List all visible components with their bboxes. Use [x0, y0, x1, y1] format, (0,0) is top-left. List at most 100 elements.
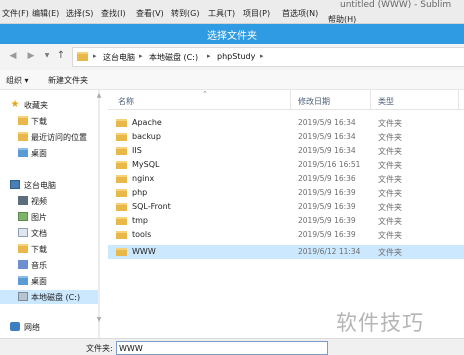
- nav-item-music[interactable]: 音乐: [0, 258, 100, 272]
- forward-icon[interactable]: ▶: [24, 49, 38, 63]
- file-date: 2019/5/16 16:51: [298, 160, 361, 169]
- file-date: 2019/5/9 16:39: [298, 216, 356, 225]
- menu-edit[interactable]: 编辑(E): [32, 8, 59, 19]
- file-row[interactable]: tools 2019/5/9 16:39 文件夹: [108, 228, 464, 242]
- breadcrumb-separator-icon[interactable]: ▸: [260, 52, 264, 60]
- breadcrumb-this-pc[interactable]: 这台电脑: [103, 52, 135, 63]
- folder-icon: [18, 148, 28, 157]
- file-type: 文件夹: [378, 231, 402, 240]
- file-date: 2019/5/9 16:39: [298, 188, 356, 197]
- nav-item-label: 这台电脑: [24, 181, 56, 190]
- file-type: 文件夹: [378, 147, 402, 156]
- document-icon: [18, 228, 28, 237]
- nav-item-videos[interactable]: 视频: [0, 194, 100, 208]
- navigation-pane: ★ 收藏夹 下载 最近访问的位置 桌面 这台电脑 视频 图片 文档 下载 音乐 …: [0, 90, 100, 338]
- nav-item-label: 桌面: [31, 149, 47, 158]
- column-date[interactable]: 修改日期: [298, 96, 330, 107]
- nav-item-label: 桌面: [31, 277, 47, 286]
- breadcrumb-separator-icon[interactable]: ▸: [139, 52, 143, 60]
- file-row[interactable]: IIS 2019/5/9 16:34 文件夹: [108, 144, 464, 158]
- breadcrumb-separator-icon[interactable]: ▸: [207, 52, 211, 60]
- music-icon: [18, 260, 28, 269]
- file-name: WWW: [132, 247, 156, 256]
- toolbar: 组织 ▾ 新建文件夹: [0, 70, 464, 90]
- column-name[interactable]: 名称: [118, 96, 134, 107]
- nav-item-downloads[interactable]: 下载: [0, 114, 100, 128]
- organize-button[interactable]: 组织 ▾: [6, 75, 29, 86]
- dialog-title: 选择文件夹: [207, 31, 257, 42]
- folder-name-label: 文件夹:: [86, 344, 113, 353]
- nav-item-label: 本地磁盘 (C:): [31, 293, 81, 302]
- column-type[interactable]: 类型: [378, 96, 394, 107]
- scroll-down-icon[interactable]: ▼: [95, 316, 103, 323]
- file-row[interactable]: SQL-Front 2019/5/9 16:39 文件夹: [108, 200, 464, 214]
- folder-icon: [18, 244, 28, 253]
- menu-goto[interactable]: 转到(G): [171, 8, 199, 19]
- file-type: 文件夹: [378, 133, 402, 142]
- address-bar[interactable]: ▸ 这台电脑 ▸ 本地磁盘 (C:) ▸ phpStudy ▸: [72, 47, 464, 67]
- column-divider[interactable]: [290, 90, 291, 110]
- column-header: ⌃ 名称 修改日期 类型: [108, 90, 464, 110]
- nav-item-label: 网络: [24, 323, 40, 332]
- sort-ascending-icon: ⌃: [202, 90, 208, 98]
- menu-file[interactable]: 文件(F): [2, 8, 29, 19]
- nav-item-label: 收藏夹: [24, 101, 48, 110]
- nav-item-this-pc[interactable]: 这台电脑: [0, 178, 100, 192]
- file-date: 2019/5/9 16:34: [298, 132, 356, 141]
- file-list: ⌃ 名称 修改日期 类型 Apache 2019/5/9 16:34 文件夹 b…: [108, 90, 464, 338]
- file-row[interactable]: backup 2019/5/9 16:34 文件夹: [108, 130, 464, 144]
- menu-view[interactable]: 查看(V): [136, 8, 164, 19]
- file-date: 2019/5/9 16:34: [298, 118, 356, 127]
- nav-item-pictures[interactable]: 图片: [0, 210, 100, 224]
- file-name: tools: [132, 230, 152, 239]
- breadcrumb-phpstudy[interactable]: phpStudy: [217, 52, 255, 61]
- folder-icon: [18, 116, 28, 125]
- nav-item-desktop-pc[interactable]: 桌面: [0, 274, 100, 288]
- back-icon[interactable]: ◀: [6, 49, 20, 63]
- pane-splitter[interactable]: ▲ ▼: [93, 90, 105, 338]
- nav-item-local-disk[interactable]: 本地磁盘 (C:): [0, 290, 100, 304]
- nav-item-desktop[interactable]: 桌面: [0, 146, 100, 160]
- folder-icon: [77, 52, 88, 61]
- address-row: ◀ ▶ ▼ ↑ ▸ 这台电脑 ▸ 本地磁盘 (C:) ▸ phpStudy ▸: [0, 44, 464, 70]
- menu-preferences[interactable]: 首选项(N): [282, 8, 318, 19]
- new-folder-button[interactable]: 新建文件夹: [48, 75, 88, 86]
- file-name: MySQL: [132, 160, 160, 169]
- up-arrow-icon[interactable]: ↑: [54, 49, 68, 63]
- file-date: 2019/5/9 16:39: [298, 202, 356, 211]
- folder-icon: [116, 133, 127, 141]
- file-row[interactable]: Apache 2019/5/9 16:34 文件夹: [108, 116, 464, 130]
- file-row[interactable]: nginx 2019/5/9 16:36 文件夹: [108, 172, 464, 186]
- file-type: 文件夹: [378, 119, 402, 128]
- image-icon: [18, 212, 28, 221]
- menu-project[interactable]: 项目(P): [243, 8, 270, 19]
- menu-find[interactable]: 查找(I): [101, 8, 126, 19]
- file-name: backup: [132, 132, 161, 141]
- nav-item-recent[interactable]: 最近访问的位置: [0, 130, 100, 144]
- folder-icon: [116, 203, 127, 211]
- file-row[interactable]: WWW 2019/6/12 11:34 文件夹: [108, 245, 464, 259]
- file-type: 文件夹: [378, 189, 402, 198]
- file-row[interactable]: php 2019/5/9 16:39 文件夹: [108, 186, 464, 200]
- menu-tools[interactable]: 工具(T): [208, 8, 235, 19]
- file-name: Apache: [132, 118, 162, 127]
- nav-item-documents[interactable]: 文档: [0, 226, 100, 240]
- folder-name-input[interactable]: [116, 341, 328, 355]
- file-name: IIS: [132, 146, 142, 155]
- column-divider[interactable]: [370, 90, 371, 110]
- nav-item-favorites[interactable]: ★ 收藏夹: [0, 98, 100, 112]
- nav-item-network[interactable]: 网络: [0, 320, 100, 334]
- watermark: 软件技巧: [336, 311, 424, 335]
- breadcrumb-separator-icon[interactable]: ▸: [93, 52, 97, 60]
- breadcrumb-local-disk[interactable]: 本地磁盘 (C:): [149, 52, 198, 63]
- file-row[interactable]: tmp 2019/5/9 16:39 文件夹: [108, 214, 464, 228]
- folder-icon: [116, 248, 127, 256]
- file-row[interactable]: MySQL 2019/5/16 16:51 文件夹: [108, 158, 464, 172]
- menu-selection[interactable]: 选择(S): [66, 8, 93, 19]
- column-divider[interactable]: [458, 90, 459, 110]
- nav-item-downloads-pc[interactable]: 下载: [0, 242, 100, 256]
- scroll-up-icon[interactable]: ▲: [95, 92, 103, 99]
- recent-dropdown-icon[interactable]: ▼: [40, 49, 54, 63]
- file-date: 2019/5/9 16:36: [298, 174, 356, 183]
- file-name: nginx: [132, 174, 155, 183]
